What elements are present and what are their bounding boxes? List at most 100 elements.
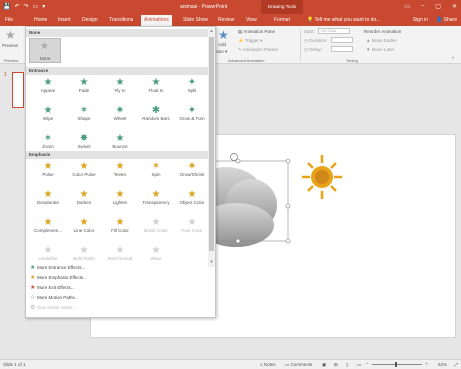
emphasis-effect[interactable]: ★ Complemen... xyxy=(30,217,66,233)
emphasis-effect[interactable]: ★ Line Color xyxy=(66,217,102,233)
animation-painter-button[interactable]: ✎ Animation Painter xyxy=(238,47,278,53)
entrance-effect[interactable]: ✶ Shape xyxy=(66,105,102,121)
emphasis-effect[interactable]: ★ Desaturate xyxy=(30,189,66,205)
zoom-slider-handle[interactable] xyxy=(395,362,397,367)
emphasis-effect[interactable]: ★ Color Pulse xyxy=(66,161,102,177)
animation-pane-button[interactable]: ▤ Animation Pane xyxy=(238,29,275,35)
slide-thumbnail[interactable] xyxy=(12,72,24,108)
entrance-effect[interactable]: ✸ Swivel xyxy=(66,133,102,149)
add-animation-label[interactable]: Add xyxy=(218,42,226,47)
tell-me-search[interactable]: 💡 Tell me what you want to do... xyxy=(307,16,380,25)
move-later-button[interactable]: ▼ Move Later xyxy=(366,47,394,52)
sun-shape[interactable] xyxy=(302,155,342,199)
emphasis-effect[interactable]: ★ Underline xyxy=(30,245,66,261)
none-star-icon: ★ xyxy=(40,41,49,52)
start-select[interactable]: On Click xyxy=(318,28,350,34)
entrance-effect[interactable]: ✱ Random Bars xyxy=(138,105,174,121)
emphasis-effect[interactable]: ★ Wave xyxy=(138,245,174,261)
entrance-effect[interactable]: ★ Float In xyxy=(138,77,174,93)
move-earlier-button[interactable]: ▲ Move Earlier xyxy=(366,38,397,43)
trigger-button[interactable]: ⚡ Trigger ▾ xyxy=(238,38,262,44)
rotate-handle-icon[interactable] xyxy=(230,153,238,161)
entrance-star-icon: ★ xyxy=(79,77,89,88)
zoom-in-icon[interactable]: + xyxy=(425,361,428,366)
entrance-effect[interactable]: ★ Appear xyxy=(30,77,66,93)
more-effects-menu-item[interactable]: ⚙ OLE Action Verbs... xyxy=(30,304,76,311)
emphasis-star-icon: ★ xyxy=(79,217,89,228)
slide-sorter-icon[interactable]: ⊞ xyxy=(334,362,338,368)
entrance-effect-label: Swivel xyxy=(77,144,91,149)
tab-view[interactable]: View xyxy=(243,16,260,25)
fit-slide-icon[interactable]: ⤢ xyxy=(454,362,458,367)
normal-view-icon[interactable]: ▣ xyxy=(322,362,326,368)
entrance-effect-label: Zoom xyxy=(42,144,54,149)
emphasis-effect[interactable]: ★ Font Color xyxy=(174,217,210,233)
scroll-up-icon[interactable]: ▲ xyxy=(209,28,214,33)
emphasis-effect[interactable]: ★ Teeter xyxy=(102,161,138,177)
comments-button[interactable]: ▭ Comments xyxy=(285,362,312,368)
maximize-icon[interactable]: ▢ xyxy=(435,3,441,10)
collapse-ribbon-icon[interactable]: ^ xyxy=(452,56,454,61)
emphasis-effect[interactable]: ★ Object Color xyxy=(174,189,210,205)
entrance-effect[interactable]: ✦ Split xyxy=(174,77,210,93)
customize-qat-icon[interactable]: ▾ xyxy=(42,3,45,10)
emphasis-effect[interactable]: ★ Bold Flash xyxy=(66,245,102,261)
tab-slide-show[interactable]: Slide Show xyxy=(180,16,211,25)
add-animation-icon[interactable]: ★ xyxy=(218,28,229,42)
more-effects-menu-item[interactable]: ★ More Entrance Effects... xyxy=(30,264,85,271)
notes-button[interactable]: ≡ Notes xyxy=(260,362,276,367)
emphasis-effect[interactable]: ✶ Spin xyxy=(138,161,174,177)
redo-icon[interactable]: ↷ xyxy=(24,3,29,10)
emphasis-effect-label: Underline xyxy=(38,256,58,261)
delay-field[interactable] xyxy=(331,46,353,52)
start-from-beginning-icon[interactable]: ▭ xyxy=(33,3,39,10)
ribbon-display-options-icon[interactable]: ▭ xyxy=(404,3,410,10)
emphasis-effect[interactable]: ★ Bold Reveal xyxy=(102,245,138,261)
tab-format[interactable]: Format xyxy=(271,16,293,25)
zoom-slider[interactable] xyxy=(372,364,422,365)
tab-file[interactable]: File xyxy=(2,16,16,25)
close-icon[interactable]: ✕ xyxy=(452,3,457,10)
emphasis-effect[interactable]: ★ Brush Color xyxy=(138,217,174,233)
save-icon[interactable]: 💾 xyxy=(3,3,10,10)
tab-home[interactable]: Home xyxy=(31,16,50,25)
more-effects-menu-item[interactable]: ☆ More Motion Paths... xyxy=(30,294,79,301)
scroll-down-icon[interactable]: ▼ xyxy=(209,259,214,264)
undo-icon[interactable]: ↶ xyxy=(14,3,19,10)
entrance-effect[interactable]: ✶ Zoom xyxy=(30,133,66,149)
tab-animations[interactable]: Animations xyxy=(141,15,172,26)
tab-transitions[interactable]: Transitions xyxy=(106,16,136,25)
emphasis-effect[interactable]: ★ Darken xyxy=(66,189,102,205)
share-button[interactable]: 👤 Share xyxy=(436,16,457,25)
sign-in-link[interactable]: Sign in xyxy=(413,16,428,25)
preview-button-label[interactable]: Preview xyxy=(2,43,18,48)
tab-review[interactable]: Review xyxy=(215,16,237,25)
entrance-effect[interactable]: ★ Wipe xyxy=(30,105,66,121)
zoom-level[interactable]: 62% xyxy=(438,362,447,367)
emphasis-effect[interactable]: ★ Lighten xyxy=(102,189,138,205)
entrance-effect[interactable]: ★ Bounce xyxy=(102,133,138,149)
emphasis-effect[interactable]: ★ Transparency xyxy=(138,189,174,205)
minimize-icon[interactable]: – xyxy=(421,3,424,10)
reading-view-icon[interactable]: ▯ xyxy=(346,362,348,368)
more-effects-menu-item[interactable]: ★ More Exit Effects... xyxy=(30,284,75,291)
entrance-effect-label: Float In xyxy=(148,88,164,93)
emphasis-effect-label: Complemen... xyxy=(33,228,62,233)
preview-icon[interactable]: ★ xyxy=(5,28,16,42)
slideshow-view-icon[interactable]: ▭ xyxy=(357,362,361,368)
emphasis-effect[interactable]: ✷ Grow/Shrink xyxy=(174,161,210,177)
emphasis-effect[interactable]: ★ Fill Color xyxy=(102,217,138,233)
entrance-effect[interactable]: ★ Fly In xyxy=(102,77,138,93)
entrance-effect[interactable]: ✦ Grow & Turn xyxy=(174,105,210,121)
tab-insert[interactable]: Insert xyxy=(55,16,74,25)
none-effect-tile[interactable]: ★ None xyxy=(29,38,61,63)
tab-design[interactable]: Design xyxy=(79,16,101,25)
entrance-effect[interactable]: ★ Fade xyxy=(66,77,102,93)
entrance-effect[interactable]: ✷ Wheel xyxy=(102,105,138,121)
gallery-scroll-thumb[interactable] xyxy=(209,37,214,251)
zoom-out-icon[interactable]: – xyxy=(366,361,369,366)
emphasis-effect[interactable]: ★ Pulse xyxy=(30,161,66,177)
emphasis-star-icon: ★ xyxy=(43,189,53,200)
more-effects-menu-item[interactable]: ★ More Emphasis Effects... xyxy=(30,274,87,281)
duration-field[interactable] xyxy=(331,37,353,43)
